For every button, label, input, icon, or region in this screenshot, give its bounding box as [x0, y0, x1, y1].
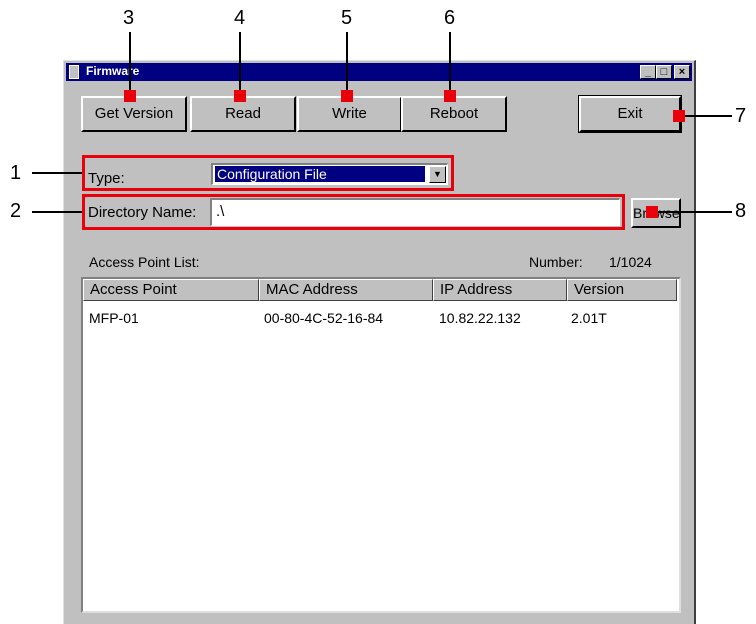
callout-marker-5: [341, 90, 353, 102]
callout-marker-8: [646, 206, 658, 218]
type-label: Type:: [88, 170, 125, 187]
callout-2: 2: [10, 200, 22, 222]
access-point-list-label: Access Point List:: [89, 254, 200, 270]
callout-3: 3: [123, 7, 135, 29]
chevron-down-icon[interactable]: ▼: [429, 166, 446, 183]
directory-label: Directory Name:: [88, 204, 197, 221]
callout-1: 1: [10, 162, 22, 184]
leader-line-2: [32, 211, 82, 213]
callout-7: 7: [735, 105, 747, 127]
leader-line-8: [656, 211, 732, 213]
app-icon: [69, 65, 79, 79]
cell-ip-address: 10.82.22.132: [439, 310, 521, 326]
close-icon[interactable]: ×: [674, 65, 690, 79]
exit-button[interactable]: Exit: [578, 95, 682, 133]
column-header-version[interactable]: Version: [567, 279, 677, 301]
leader-line-3: [129, 32, 131, 94]
callout-5: 5: [341, 7, 353, 29]
number-label: Number:: [529, 254, 583, 270]
column-header-ip-address[interactable]: IP Address: [433, 279, 567, 301]
callout-marker-7: [673, 110, 685, 122]
leader-line-5: [346, 32, 348, 94]
column-header-access-point[interactable]: Access Point: [83, 279, 259, 301]
callout-4: 4: [234, 7, 246, 29]
leader-line-7: [680, 115, 732, 117]
number-value: 1/1024: [609, 254, 652, 270]
type-selected-value: Configuration File: [215, 166, 425, 182]
leader-line-4: [239, 32, 241, 94]
window-title: Firmware: [86, 64, 140, 78]
cell-version: 2.01T: [571, 310, 607, 326]
title-bar[interactable]: Firmware _ □ ×: [66, 63, 692, 81]
directory-input[interactable]: .\: [210, 198, 620, 226]
cell-mac-address: 00-80-4C-52-16-84: [264, 310, 384, 326]
callout-marker-6: [444, 90, 456, 102]
access-point-list[interactable]: Access Point MAC Address IP Address Vers…: [81, 277, 681, 613]
leader-line-6: [449, 32, 451, 94]
column-header-mac-address[interactable]: MAC Address: [259, 279, 433, 301]
type-select[interactable]: Configuration File ▼: [211, 163, 448, 185]
callout-6: 6: [444, 7, 456, 29]
callout-marker-4: [234, 90, 246, 102]
cell-access-point: MFP-01: [89, 310, 139, 326]
minimize-icon[interactable]: _: [640, 65, 656, 79]
maximize-icon[interactable]: □: [656, 65, 672, 79]
callout-8: 8: [735, 200, 747, 222]
callout-marker-3: [124, 90, 136, 102]
leader-line-1: [32, 172, 82, 174]
